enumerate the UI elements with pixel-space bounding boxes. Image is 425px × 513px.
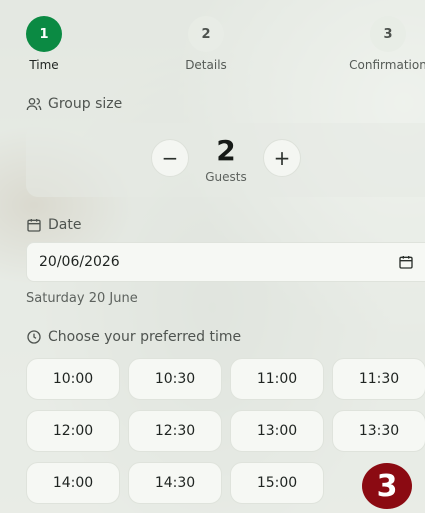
group-size-heading: Group size <box>26 96 122 112</box>
decrease-guests-button[interactable]: − <box>151 139 189 177</box>
guest-unit-label: Guests <box>205 170 247 184</box>
users-icon <box>26 98 42 111</box>
time-slot[interactable]: 12:30 <box>128 410 222 452</box>
increase-guests-button[interactable]: + <box>263 139 301 177</box>
step-number: 2 <box>188 16 224 52</box>
group-size-title: Group size <box>48 96 123 112</box>
time-slot[interactable]: 13:30 <box>332 410 425 452</box>
step-marker-badge: 3 <box>362 463 412 509</box>
time-slot[interactable]: 10:30 <box>128 358 222 400</box>
booking-panel: 1 Time 2 Details 3 Confirmation Group si… <box>0 0 425 513</box>
step-label: Details <box>185 58 227 72</box>
date-weekday-label: Saturday 20 June <box>26 291 138 306</box>
time-title: Choose your preferred time <box>48 329 242 345</box>
step-label: Confirmation <box>349 58 425 72</box>
step-confirmation[interactable]: 3 Confirmation <box>343 16 425 72</box>
step-time[interactable]: 1 Time <box>0 16 89 72</box>
time-slot[interactable]: 11:00 <box>230 358 324 400</box>
step-number: 3 <box>370 16 406 52</box>
time-slot[interactable]: 11:30 <box>332 358 425 400</box>
time-slot[interactable]: 10:00 <box>26 358 120 400</box>
date-input[interactable]: 20/06/2026 <box>26 242 425 282</box>
calendar-picker-icon[interactable] <box>398 254 414 270</box>
step-label: Time <box>29 58 59 72</box>
time-slot[interactable]: 12:00 <box>26 410 120 452</box>
time-slot[interactable]: 14:00 <box>26 462 120 504</box>
time-slot[interactable]: 15:00 <box>230 462 324 504</box>
calendar-icon <box>27 219 41 232</box>
time-heading: Choose your preferred time <box>26 329 241 345</box>
date-title: Date <box>48 217 82 233</box>
step-details[interactable]: 2 Details <box>161 16 251 72</box>
step-number: 1 <box>26 16 62 52</box>
time-slot[interactable]: 14:30 <box>128 462 222 504</box>
time-slot[interactable]: 13:00 <box>230 410 324 452</box>
clock-icon <box>27 330 41 344</box>
guest-count: 2 <box>216 134 236 167</box>
date-value: 20/06/2026 <box>39 254 120 270</box>
date-heading: Date <box>26 217 81 233</box>
